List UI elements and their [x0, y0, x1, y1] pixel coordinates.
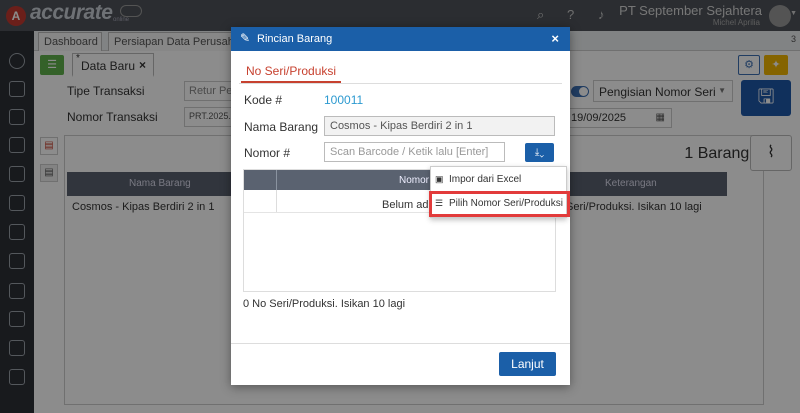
tab-divider	[239, 83, 562, 84]
download-dropdown-button[interactable]: ⤓⌄	[525, 143, 554, 162]
lanjut-button[interactable]: Lanjut	[499, 352, 556, 376]
empty-row-text: Belum ada	[382, 199, 435, 211]
dialog-header: ✎ Rincian Barang ×	[231, 27, 570, 51]
pencil-icon: ✎	[240, 31, 251, 45]
excel-icon: ▣	[435, 174, 444, 184]
close-icon[interactable]: ×	[551, 31, 559, 46]
column-divider	[276, 190, 277, 212]
footer-divider	[231, 343, 570, 344]
kode-label: Kode #	[244, 93, 283, 107]
col-nomor: Nomor	[399, 175, 430, 186]
nama-barang-label: Nama Barang	[244, 120, 319, 134]
menu-item-label: Impor dari Excel	[449, 174, 522, 185]
serial-count-text: 0 No Seri/Produksi. Isikan 10 lagi	[243, 298, 406, 310]
dialog-title: Rincian Barang	[257, 33, 333, 45]
nomor-seri-input[interactable]: Scan Barcode / Ketik lalu [Enter]	[324, 142, 505, 162]
menu-item-pilih-nomor-seri[interactable]: ☰ Pilih Nomor Seri/Produksi	[429, 191, 570, 217]
kode-value[interactable]: 100011	[324, 93, 363, 107]
column-divider	[276, 170, 277, 190]
nomor-label: Nomor #	[244, 146, 291, 160]
tab-no-seri-produksi[interactable]: No Seri/Produksi	[241, 61, 342, 83]
import-dropdown-menu: ▣ Impor dari Excel ☰ Pilih Nomor Seri/Prod…	[429, 166, 570, 218]
list-icon: ☰	[435, 198, 444, 208]
nama-barang-field[interactable]: Cosmos - Kipas Berdiri 2 in 1	[324, 116, 555, 136]
menu-item-impor-excel[interactable]: ▣ Impor dari Excel	[431, 169, 568, 191]
menu-item-label: Pilih Nomor Seri/Produksi	[449, 198, 563, 209]
